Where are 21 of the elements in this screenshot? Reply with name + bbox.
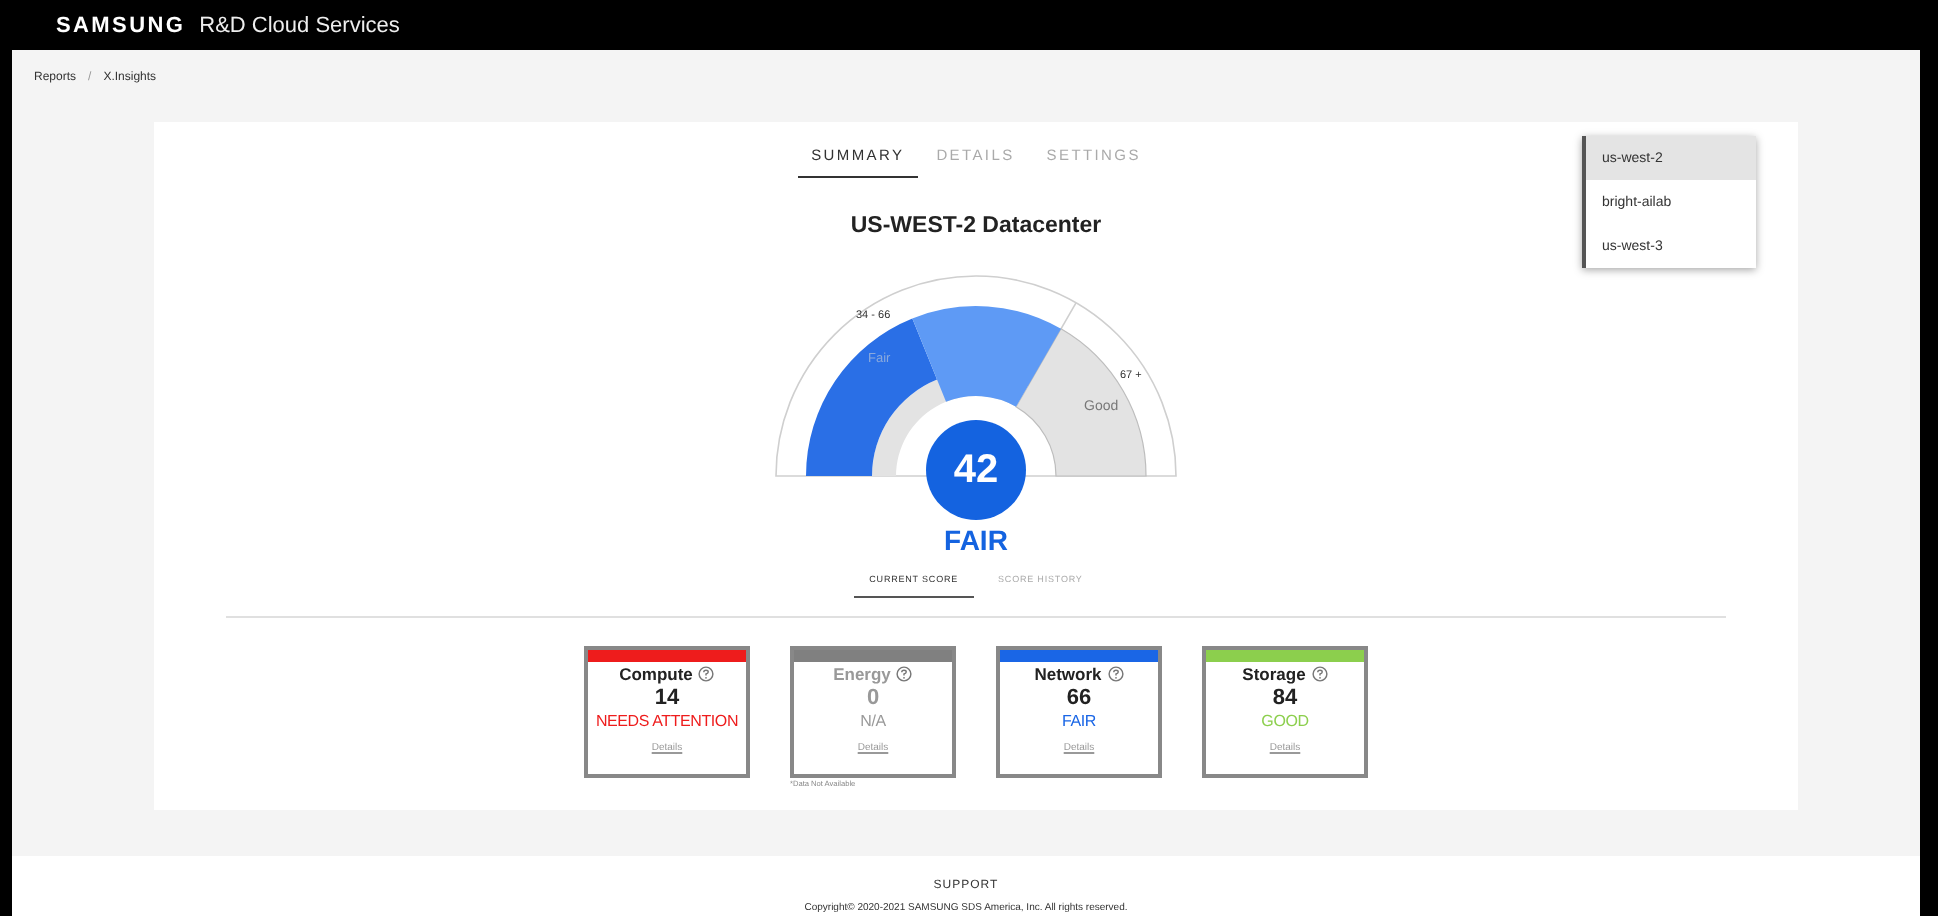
metric-score: 14 (654, 686, 680, 710)
metric-title: Storage (1242, 664, 1306, 684)
help-icon[interactable] (1107, 666, 1124, 682)
metric-status: N/A (860, 712, 886, 730)
metric-status: FAIR (1062, 712, 1096, 730)
metric-status: GOOD (1261, 712, 1309, 730)
brand-logo: SAMSUNG (56, 13, 186, 37)
app-title: R&D Cloud Services (199, 13, 400, 37)
datacenter-heading: US-WEST-2 Datacenter (850, 214, 1102, 238)
metric-score: 66 (1066, 686, 1092, 710)
score-badge: 42 (926, 420, 1026, 520)
metric-title: Compute (619, 664, 693, 684)
metric-title: Network (1034, 664, 1102, 684)
help-icon[interactable] (896, 666, 913, 682)
help-icon[interactable] (1311, 666, 1328, 682)
metric-status: NEEDS ATTENTION (595, 712, 739, 730)
metric-title: Energy (833, 664, 891, 684)
help-icon[interactable] (698, 666, 715, 682)
metric-score: 84 (1272, 686, 1298, 710)
score-rating: FAIR (944, 524, 1008, 556)
metric-score: 0 (866, 686, 880, 710)
